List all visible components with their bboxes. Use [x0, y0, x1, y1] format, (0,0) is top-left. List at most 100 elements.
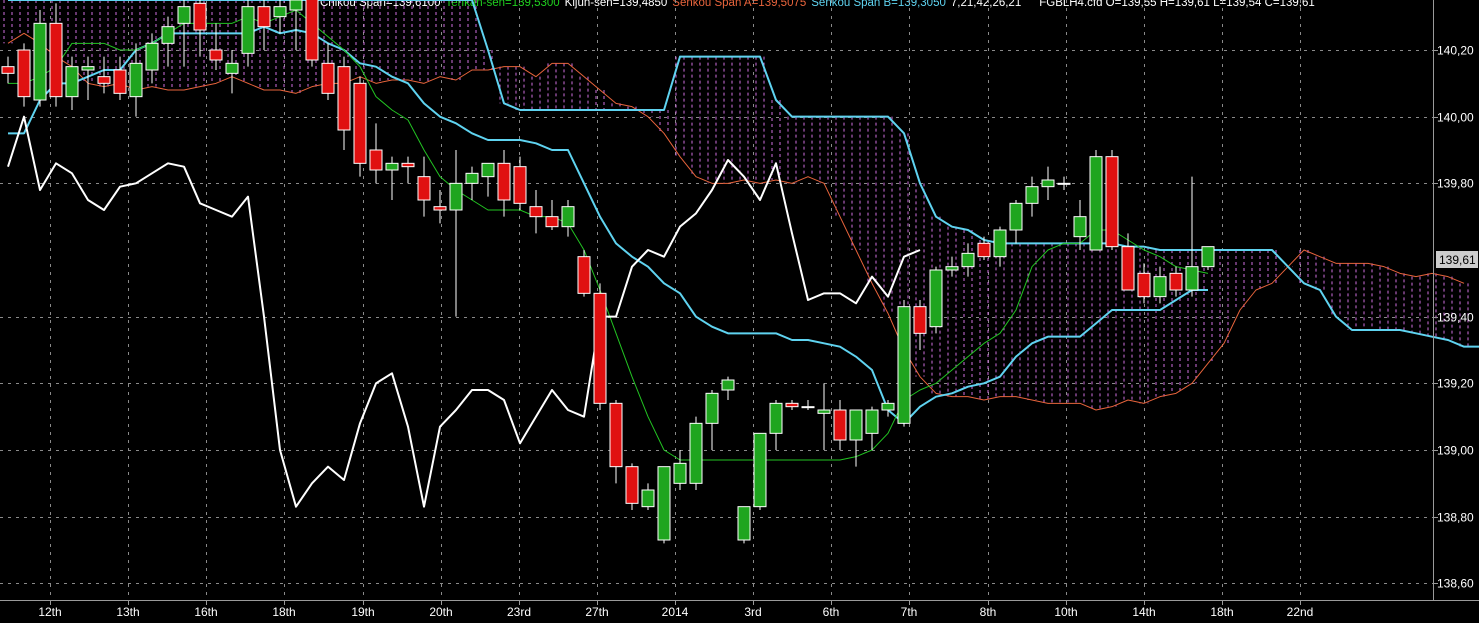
candle-bull	[161, 26, 175, 44]
x-tick-label: 18th	[272, 605, 295, 619]
candle-bull	[449, 182, 463, 211]
x-tick-label: 22nd	[1287, 605, 1314, 619]
candle-bear	[433, 206, 447, 211]
last-price-tag-text: 139,61	[1439, 253, 1476, 267]
y-tick-label: 139,80	[1437, 177, 1474, 191]
x-tick-label: 23rd	[507, 605, 531, 619]
candle-bull	[145, 42, 159, 71]
candle-bull	[1185, 266, 1199, 291]
candle-bear	[785, 402, 799, 408]
candle-bull	[769, 402, 783, 434]
candle-bull	[1025, 186, 1039, 204]
candle-bear	[577, 256, 591, 294]
x-tick-label: 27th	[585, 605, 608, 619]
cloud-hatching	[3, 0, 1469, 410]
candle-bear	[49, 22, 63, 98]
candle-bull	[1073, 216, 1087, 238]
candle-bull	[673, 462, 687, 484]
candle-bear	[529, 206, 543, 218]
candle-bull	[1201, 246, 1215, 268]
candle-bull	[561, 206, 575, 228]
candle-bull	[961, 252, 975, 268]
y-tick-label: 138,80	[1437, 511, 1474, 525]
candle-bear	[1105, 156, 1119, 248]
candle-bear	[913, 306, 927, 334]
x-tick-label: 6th	[823, 605, 840, 619]
x-tick-label: 18th	[1210, 605, 1233, 619]
senkou-span-a-line	[7, 32, 1465, 411]
ichimoku-chart[interactable]: 140,20 140,00 139,80 139,40 139,20 139,00 138,…	[0, 0, 1479, 623]
candle-bull	[881, 402, 895, 411]
candle-bull	[65, 66, 79, 98]
candle-bear	[401, 162, 415, 168]
candlesticks	[1, 0, 1215, 544]
candle-bull	[753, 432, 767, 508]
candle-bull	[721, 379, 735, 391]
candle-bull	[897, 306, 911, 424]
candle-bull	[385, 162, 399, 171]
candle-bear	[417, 176, 431, 201]
candle-bull	[289, 0, 303, 11]
candle-bear	[321, 62, 335, 94]
candle-bear	[113, 69, 127, 94]
candle-bear	[833, 409, 847, 441]
candle-bear	[513, 166, 527, 204]
x-tick-label: 12th	[38, 605, 61, 619]
candle-bull	[81, 66, 95, 71]
chikou-span-line	[7, 115, 921, 508]
candle-bear	[1137, 272, 1151, 298]
candle-bull	[465, 172, 479, 184]
candle-bear	[1, 66, 15, 74]
candle-bear	[1169, 272, 1183, 291]
candle-bear	[305, 0, 319, 61]
price-axis-ticks: 140,20 140,00 139,80 139,40 139,20 139,00 138,…	[1433, 44, 1474, 591]
candle-bear	[625, 466, 639, 504]
candle-bull	[801, 406, 815, 409]
candle-bull	[945, 266, 959, 271]
y-tick-label: 139,20	[1437, 377, 1474, 391]
candle-bull	[273, 6, 287, 18]
candle-bear	[497, 162, 511, 201]
candle-bear	[193, 2, 207, 31]
candle-bull	[481, 162, 495, 178]
candle-bear	[337, 66, 351, 131]
x-tick-label: 8th	[980, 605, 997, 619]
x-tick-label: 10th	[1054, 605, 1077, 619]
x-tick-label: 16th	[194, 605, 217, 619]
y-tick-label: 138,60	[1437, 577, 1474, 591]
candle-bull	[641, 489, 655, 508]
time-axis-ticks: 12th 13th 16th 18th 19th 20th 23rd 27th 2014 3rd 6…	[38, 600, 1313, 619]
candle-bull	[993, 229, 1007, 258]
candle-bull	[929, 269, 943, 328]
candle-bear	[17, 49, 31, 98]
candle-bear	[353, 82, 367, 164]
candle-bull	[1041, 179, 1055, 188]
candle-bull	[1057, 182, 1071, 185]
candle-bear	[593, 292, 607, 404]
x-tick-label: 7th	[901, 605, 918, 619]
candle-bear	[209, 49, 223, 61]
candle-bear	[609, 402, 623, 468]
candle-bear	[1121, 246, 1135, 291]
y-tick-label: 140,00	[1437, 111, 1474, 125]
candle-bull	[1009, 202, 1023, 231]
x-tick-label: 14th	[1132, 605, 1155, 619]
candle-bear	[369, 149, 383, 171]
candle-bull	[705, 392, 719, 424]
candle-bear	[545, 216, 559, 228]
candle-bull	[865, 409, 879, 434]
grid-lines	[0, 0, 1433, 600]
x-tick-label: 19th	[351, 605, 374, 619]
x-tick-label: 2014	[662, 605, 689, 619]
candle-bull	[129, 62, 143, 98]
senkou-span-b-line	[8, 0, 1479, 348]
candle-bull	[225, 62, 239, 74]
y-tick-label: 140,20	[1437, 44, 1474, 58]
candle-bull	[241, 6, 255, 54]
candle-bear	[257, 6, 271, 28]
candle-bull	[689, 422, 703, 484]
candle-bull	[1153, 276, 1167, 298]
y-tick-label: 139,00	[1437, 444, 1474, 458]
candle-bull	[33, 22, 47, 101]
x-tick-label: 13th	[116, 605, 139, 619]
